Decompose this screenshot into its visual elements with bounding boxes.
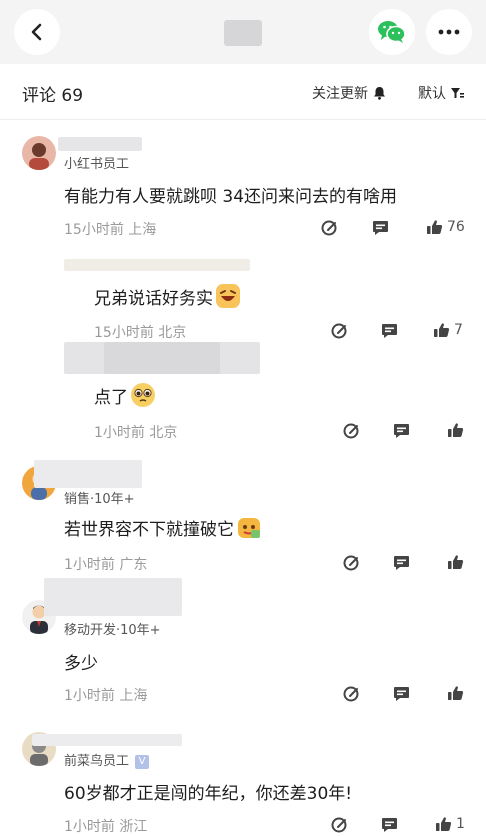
like-button[interactable]: 1 bbox=[435, 816, 465, 832]
thumbs-up-icon bbox=[427, 220, 443, 234]
chat-bubble-icon bbox=[382, 324, 397, 338]
comment-text: 点了 bbox=[94, 382, 156, 408]
like-count: 7 bbox=[454, 322, 463, 338]
like-button[interactable] bbox=[447, 685, 464, 701]
comment-text-content: 点了 bbox=[94, 387, 128, 408]
wechat-icon bbox=[378, 21, 406, 43]
laughing-emoji-icon bbox=[216, 284, 240, 308]
chat-bubble-icon bbox=[373, 221, 388, 235]
top-bar bbox=[0, 0, 486, 64]
wechat-share-button[interactable] bbox=[369, 9, 415, 55]
comment-meta: 1小时前 浙江 bbox=[64, 819, 148, 835]
username[interactable]: 销售·10年+ bbox=[64, 488, 135, 507]
reply-edit-icon bbox=[331, 817, 347, 833]
comment-text-content: 兄弟说话好务实 bbox=[94, 288, 213, 309]
comment-item: 销售·10年+ 若世界容不下就撞破它 1小时前 广东 bbox=[0, 452, 486, 578]
message-button[interactable] bbox=[393, 555, 410, 571]
like-button[interactable]: 7 bbox=[433, 322, 463, 338]
comment-text-content: 若世界容不下就撞破它 bbox=[64, 519, 234, 540]
reply-button[interactable] bbox=[331, 817, 347, 833]
like-count: 1 bbox=[456, 816, 465, 832]
like-button[interactable]: 76 bbox=[426, 219, 465, 235]
comment-meta: 1小时前 广东 bbox=[64, 557, 148, 573]
message-button[interactable] bbox=[381, 817, 398, 833]
reply-edit-icon bbox=[343, 686, 359, 702]
comment-item: 小红书员工 有能力有人要就跳呗 34还问来问去的有啥用 15小时前 上海 76 bbox=[0, 120, 486, 255]
reply-edit-icon bbox=[331, 323, 347, 339]
title-placeholder bbox=[224, 20, 262, 46]
reply-edit-icon bbox=[343, 555, 359, 571]
comment-meta: 1小时前 北京 bbox=[94, 425, 178, 441]
like-count: 76 bbox=[447, 219, 465, 235]
back-button[interactable] bbox=[14, 9, 60, 55]
like-button[interactable] bbox=[447, 554, 464, 570]
comment-meta: 15小时前 北京 bbox=[94, 325, 187, 341]
sort-button[interactable]: 默认 bbox=[418, 83, 464, 103]
pleading-emoji-icon bbox=[131, 383, 155, 407]
comment-text: 若世界容不下就撞破它 bbox=[64, 514, 262, 540]
reply-edit-icon bbox=[343, 423, 359, 439]
username-label: 前菜鸟员工 bbox=[64, 754, 130, 769]
reply-button[interactable] bbox=[343, 423, 359, 439]
message-button[interactable] bbox=[381, 323, 398, 339]
comment-text: 多少 bbox=[64, 654, 98, 674]
avatar bbox=[22, 136, 56, 170]
chat-bubble-icon bbox=[394, 424, 409, 438]
comment-text: 60岁都才正是闯的年纪，你还差30年! bbox=[64, 784, 353, 804]
follow-updates-button[interactable]: 关注更新 bbox=[312, 83, 386, 103]
chevron-left-icon bbox=[31, 23, 42, 41]
chat-bubble-icon bbox=[382, 818, 397, 832]
comments-header: 评论 69 关注更新 默认 bbox=[0, 64, 486, 120]
thumbs-up-icon bbox=[448, 686, 464, 700]
username[interactable]: 前菜鸟员工 V bbox=[64, 750, 150, 769]
reply-edit-icon bbox=[321, 220, 337, 236]
comment-text: 兄弟说话好务实 bbox=[94, 283, 241, 309]
comment-text: 有能力有人要就跳呗 34还问来问去的有啥用 bbox=[64, 187, 398, 207]
username[interactable]: 移动开发·10年+ bbox=[64, 619, 161, 638]
like-button[interactable] bbox=[447, 422, 464, 438]
comment-count-title: 评论 69 bbox=[22, 86, 84, 106]
reply-button[interactable] bbox=[343, 686, 359, 702]
thumbs-up-icon bbox=[434, 323, 450, 337]
sort-label: 默认 bbox=[418, 86, 446, 102]
chat-bubble-icon bbox=[394, 556, 409, 570]
follow-updates-label: 关注更新 bbox=[312, 86, 368, 102]
reply-button[interactable] bbox=[331, 323, 347, 339]
comment-item: 移动开发·10年+ 多少 1小时前 上海 bbox=[0, 578, 486, 710]
bell-icon bbox=[374, 87, 385, 100]
more-button[interactable] bbox=[426, 9, 472, 55]
bubble-tea-emoji-icon bbox=[238, 518, 260, 538]
more-icon bbox=[438, 29, 460, 35]
comment-meta: 1小时前 上海 bbox=[64, 688, 148, 704]
comment-item: 前菜鸟员工 V 60岁都才正是闯的年纪，你还差30年! 1小时前 浙江 1 bbox=[0, 712, 486, 836]
username[interactable]: 小红书员工 bbox=[64, 153, 129, 172]
message-button[interactable] bbox=[393, 686, 410, 702]
thumbs-up-icon bbox=[448, 423, 464, 437]
message-button[interactable] bbox=[393, 423, 410, 439]
message-button[interactable] bbox=[372, 220, 389, 236]
filter-icon bbox=[451, 88, 464, 98]
comment-meta: 15小时前 上海 bbox=[64, 222, 157, 238]
reply-button[interactable] bbox=[343, 555, 359, 571]
chat-bubble-icon bbox=[394, 687, 409, 701]
thumbs-up-icon bbox=[448, 555, 464, 569]
reply-item: 点了 1小时前 北京 bbox=[0, 340, 486, 450]
thumbs-up-icon bbox=[436, 817, 452, 831]
reply-button[interactable] bbox=[321, 220, 337, 236]
reply-item: 兄弟说话好务实 15小时前 北京 7 bbox=[0, 255, 486, 345]
verified-badge: V bbox=[135, 754, 150, 769]
